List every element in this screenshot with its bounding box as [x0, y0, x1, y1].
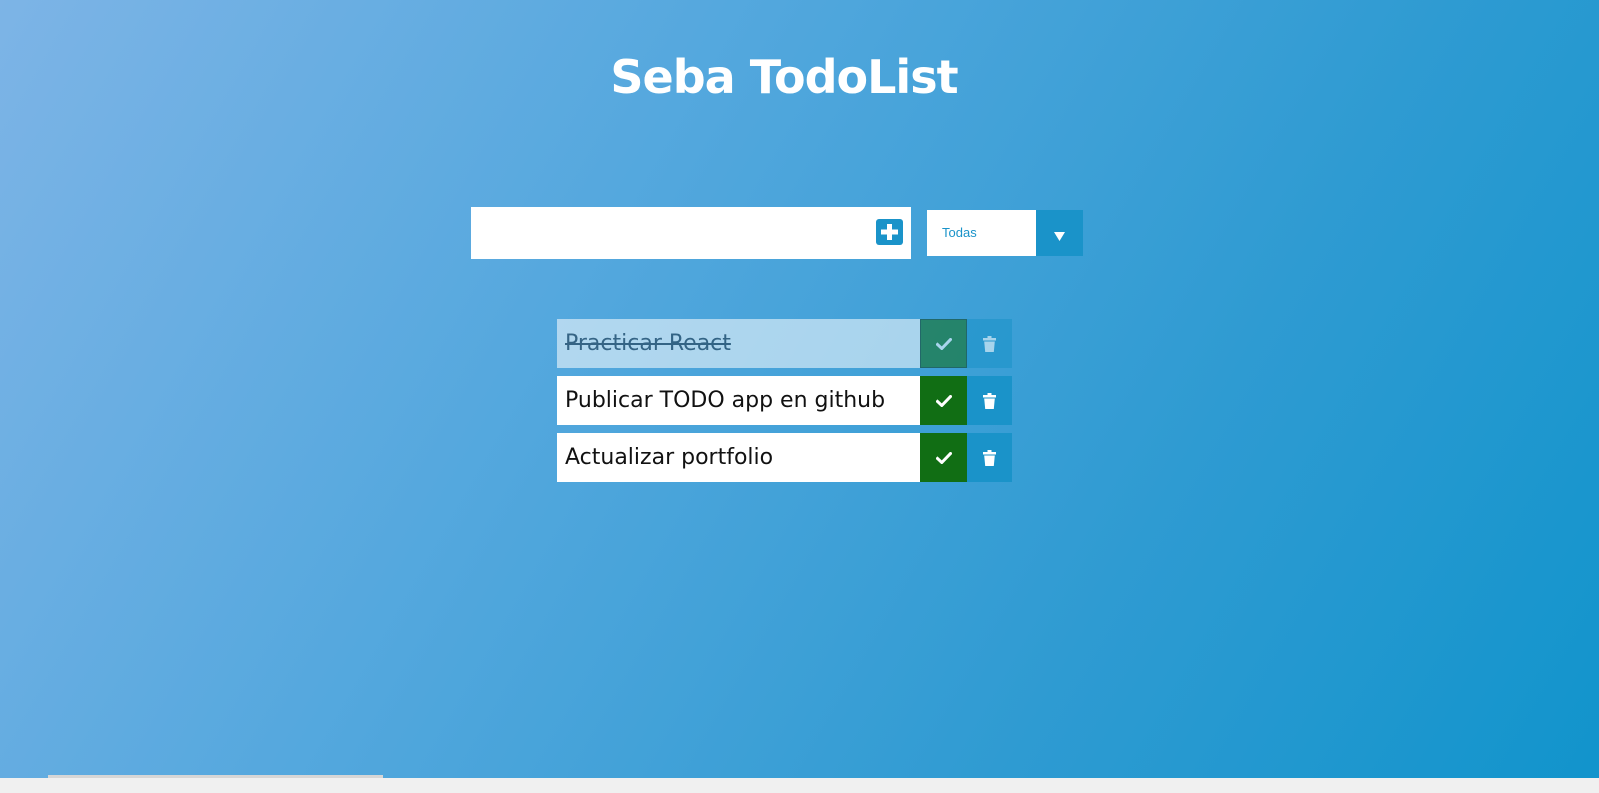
horizontal-scrollbar[interactable]: [0, 778, 1599, 793]
todo-input[interactable]: [471, 207, 861, 259]
triangle-down-icon: [1054, 232, 1065, 241]
delete-button[interactable]: [967, 376, 1012, 425]
todo-text: Practicar React: [557, 319, 920, 368]
todo-item: Publicar TODO app en github: [557, 376, 1012, 425]
scrollbar-thumb[interactable]: [48, 775, 383, 778]
plus-square-icon: [881, 224, 898, 240]
filter-select[interactable]: Todas: [927, 210, 1083, 256]
complete-button[interactable]: [920, 433, 967, 482]
trash-icon: [983, 392, 996, 409]
check-icon: [935, 394, 952, 407]
trash-icon: [983, 335, 996, 352]
complete-button[interactable]: [920, 376, 967, 425]
add-todo-button[interactable]: [876, 219, 903, 245]
check-icon: [935, 337, 952, 350]
trash-icon: [983, 449, 996, 466]
todo-input-container: [471, 207, 911, 259]
todo-item: Actualizar portfolio: [557, 433, 1012, 482]
todo-text: Actualizar portfolio: [557, 433, 920, 482]
filter-selected-value: Todas: [942, 225, 977, 240]
todo-item: Practicar React: [557, 319, 1012, 368]
filter-dropdown-toggle[interactable]: [1036, 210, 1083, 256]
delete-button[interactable]: [967, 319, 1012, 368]
todo-text: Publicar TODO app en github: [557, 376, 920, 425]
todo-list: Practicar React Publicar TODO app en git…: [557, 319, 1012, 490]
check-icon: [935, 451, 952, 464]
page-title: Seba TodoList: [610, 50, 958, 104]
delete-button[interactable]: [967, 433, 1012, 482]
complete-button[interactable]: [920, 319, 967, 368]
